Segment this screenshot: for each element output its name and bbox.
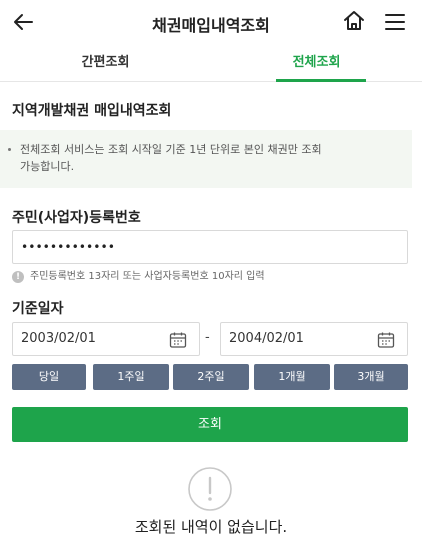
date-label: 기준일자	[12, 301, 64, 317]
end-date-value: 2004/02/01	[229, 331, 304, 346]
quick-2week-button[interactable]: 2주일	[173, 364, 249, 390]
date-separator: -	[205, 330, 210, 345]
notice-line-2: 가능합니다.	[20, 160, 75, 173]
id-number-label: 주민(사업자)등록번호	[12, 210, 141, 226]
notice-box: 전체조회 서비스는 조회 시작일 기준 1년 단위로 본인 채권만 조회 가능합…	[0, 130, 412, 188]
app-header: 채권매입내역조회	[0, 0, 422, 44]
empty-state-message: 조회된 내역이 없습니다.	[134, 518, 288, 536]
notice-line-1: 전체조회 서비스는 조회 시작일 기준 1년 단위로 본인 채권만 조회	[20, 143, 322, 156]
id-number-input[interactable]	[12, 230, 408, 264]
home-icon[interactable]	[342, 9, 366, 33]
quick-today-button[interactable]: 당일	[12, 364, 86, 390]
tab-simple-search[interactable]: 간편조회	[0, 48, 211, 82]
quick-1month-button[interactable]: 1개월	[254, 364, 330, 390]
info-circle-icon: !	[12, 271, 24, 283]
bullet-icon	[8, 148, 11, 151]
quick-1week-button[interactable]: 1주일	[93, 364, 169, 390]
id-hint-text: 주민등록번호 13자리 또는 사업자등록번호 10자리 입력	[30, 271, 265, 282]
exclamation-circle-icon	[188, 467, 232, 511]
tab-full-search[interactable]: 전체조회	[211, 48, 422, 82]
section-title: 지역개발채권 매입내역조회	[12, 103, 172, 119]
calendar-icon[interactable]	[377, 331, 395, 349]
end-date-field[interactable]: 2004/02/01	[220, 322, 408, 356]
search-button[interactable]: 조회	[12, 407, 408, 442]
start-date-field[interactable]: 2003/02/01	[12, 322, 200, 356]
quick-3month-button[interactable]: 3개월	[334, 364, 408, 390]
tab-bar: 간편조회 전체조회	[0, 48, 422, 82]
active-tab-indicator	[276, 79, 366, 82]
start-date-value: 2003/02/01	[21, 331, 96, 346]
hamburger-menu-icon[interactable]	[383, 10, 407, 34]
calendar-icon[interactable]	[169, 331, 187, 349]
